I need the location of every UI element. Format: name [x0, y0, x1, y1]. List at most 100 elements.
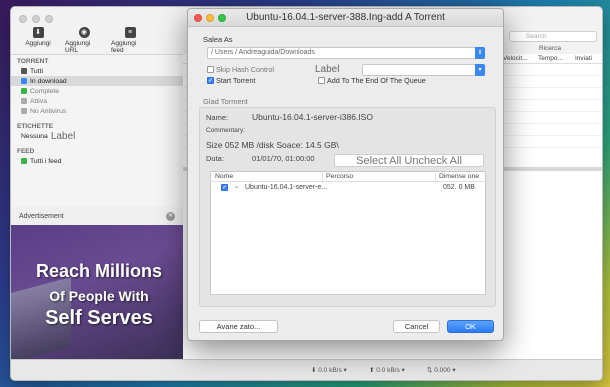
size-info: Size 052 MB /disk Soace: 14.5 GB\	[206, 140, 339, 150]
status-bar: ⬇ 0.0 kB/s ▾ ⬆ 0.0 kB/s ▾ ⇅ 0.000 ▾	[11, 359, 602, 380]
start-torrent-label: Start Torrent	[216, 76, 256, 85]
label-select[interactable]: ▾	[362, 64, 485, 76]
cancel-button[interactable]: Cancel	[393, 320, 440, 333]
file-name: Ubuntu-16.04.1-server-e...	[245, 184, 328, 191]
dialog-zoom-button[interactable]	[218, 14, 226, 22]
column-header-size[interactable]: Dimense one	[439, 173, 479, 180]
column-header-speed[interactable]: Velocit...	[503, 55, 528, 62]
column-header-time[interactable]: Tempo...	[538, 55, 563, 62]
checkmark-icon: ✓	[207, 77, 214, 84]
comment-label: Commentary:	[206, 127, 246, 134]
dialog-close-button[interactable]	[194, 14, 202, 22]
chevron-down-icon: ▾	[475, 64, 485, 76]
date-label: Duta:	[206, 154, 224, 163]
sidebar-item-all[interactable]: Tutti	[11, 66, 183, 76]
sidebar-item-label: Attiva	[30, 97, 47, 105]
sidebar-header-torrent: TORRENT	[17, 58, 49, 65]
close-ad-icon[interactable]: ✕	[166, 211, 175, 221]
sidebar-item-label: No Antivirus	[30, 107, 67, 115]
file-table-header: Nome Percorso Dimense one	[211, 172, 485, 183]
advert-banner[interactable]: Reach Millions Of People With Self Serve…	[11, 225, 183, 361]
sidebar-item-complete[interactable]: Complete	[11, 86, 183, 96]
download-icon	[21, 78, 27, 84]
file-table: Nome Percorso Dimense one ✓ ▫ Ubuntu-16.…	[210, 171, 486, 295]
dialog-titlebar: Ubuntu-16.04.1-server-388.Ing-add A Torr…	[188, 9, 503, 27]
complete-icon	[21, 88, 27, 94]
torrent-section-title: Glad Torment	[203, 97, 248, 106]
save-as-label: Salea As	[203, 35, 233, 44]
dialog-minimize-button[interactable]	[206, 14, 214, 22]
label-field-label: Label	[315, 64, 340, 75]
toolbar: ⬇ Aggiungi ◉ Aggiungi URL ≡ Aggiungi fee…	[11, 27, 183, 57]
start-torrent-checkbox[interactable]: ✓ Start Torrent	[207, 76, 255, 85]
add-feed-button[interactable]: ≡ Aggiungi feed	[111, 27, 149, 57]
skip-hash-label: Skip Hash Control	[216, 65, 274, 74]
ratio[interactable]: ⇅ 0.000 ▾	[427, 366, 456, 374]
file-checkbox[interactable]: ✓	[221, 184, 228, 191]
sidebar-item-label: Tutti	[30, 67, 43, 75]
add-feed-label: Aggiungi feed	[111, 40, 137, 54]
name-value: Ubuntu-16.04.1-server-i386.ISO	[252, 112, 373, 122]
active-icon	[21, 98, 27, 104]
add-url-label: Aggiungi URL	[65, 40, 91, 54]
search-placeholder: Search	[526, 33, 547, 40]
advert-title: Advertisement	[19, 212, 64, 220]
add-torrent-label: Aggiungi	[25, 40, 51, 47]
window-controls	[19, 15, 53, 23]
upload-speed[interactable]: ⬆ 0.0 kB/s ▾	[369, 366, 405, 374]
sidebar-item-label: In download	[30, 77, 67, 85]
date-value: 01/01/70, 01:00:00	[252, 154, 315, 163]
all-icon	[21, 68, 27, 74]
sidebar-item-label: Nessuna	[21, 132, 48, 140]
sidebar-item-all-feeds[interactable]: Tutti i feed	[11, 156, 183, 166]
add-feed-icon: ≡	[124, 27, 136, 38]
sidebar-header-labels: ETICHETTE	[17, 123, 54, 130]
advanced-button[interactable]: Avane zato...	[199, 320, 278, 333]
add-url-button[interactable]: ◉ Aggiungi URL	[65, 27, 103, 57]
add-torrent-icon: ⬇	[32, 27, 44, 38]
add-url-icon: ◉	[78, 27, 90, 38]
add-torrent-dialog: Ubuntu-16.04.1-server-388.Ing-add A Torr…	[187, 8, 504, 341]
name-label: Name:	[206, 113, 229, 122]
select-all-uncheck-all-button[interactable]: Select All Uncheck All	[334, 154, 484, 167]
dialog-window-controls	[194, 14, 226, 22]
add-to-end-checkbox[interactable]: Add To The End Of The Queue	[318, 76, 426, 85]
search-input[interactable]: Search	[509, 31, 597, 42]
sidebar-item-inactive[interactable]: No Antivirus	[11, 106, 183, 116]
save-path-select[interactable]: / Users / Andreaguida/Downloads ⇕	[207, 47, 485, 59]
ok-button[interactable]: OK	[447, 320, 494, 333]
advert-line-1: Reach Millions	[35, 261, 163, 281]
search-label: Ricerca	[539, 45, 562, 52]
zoom-window-button[interactable]	[45, 15, 53, 23]
chevron-updown-icon: ⇕	[475, 47, 485, 59]
sidebar: TORRENT Tutti In download Complete Attiv…	[11, 54, 183, 207]
column-header-name[interactable]: Nome	[215, 173, 233, 180]
file-icon: ▫	[235, 184, 238, 191]
column-header-sent[interactable]: Inviati	[575, 55, 592, 62]
sidebar-item-downloading[interactable]: In download	[11, 76, 183, 86]
sidebar-item-active[interactable]: Attiva	[11, 96, 183, 106]
advert-line-3: Self Serves	[45, 307, 153, 329]
checkbox-icon	[318, 77, 325, 84]
close-window-button[interactable]	[19, 15, 27, 23]
advert-header: Advertisement ✕	[11, 207, 183, 225]
sidebar-item-label: Tutti i feed	[30, 157, 62, 165]
download-speed[interactable]: ⬇ 0.0 kB/s ▾	[311, 366, 347, 374]
add-torrent-button[interactable]: ⬇ Aggiungi	[19, 27, 57, 57]
advert-line-2: Of People With	[49, 288, 149, 304]
skip-hash-checkbox[interactable]: Skip Hash Control	[207, 65, 274, 74]
inactive-icon	[21, 108, 27, 114]
checkbox-icon	[207, 66, 214, 73]
feed-icon	[21, 158, 27, 164]
sidebar-header-feed: FEED	[17, 148, 35, 155]
add-to-end-label: Add To The End Of The Queue	[327, 76, 426, 85]
column-header-path[interactable]: Percorso	[326, 173, 353, 180]
sidebar-item-label: Complete	[30, 87, 60, 95]
minimize-window-button[interactable]	[32, 15, 40, 23]
table-row[interactable]: ✓ ▫ Ubuntu-16.04.1-server-e... 052. 0 MB	[211, 182, 485, 195]
dialog-title: Ubuntu-16.04.1-server-388.Ing-add A Torr…	[246, 12, 445, 23]
sidebar-item-no-label[interactable]: Nessuna Label	[11, 130, 183, 142]
save-path-value: / Users / Andreaguida/Downloads	[211, 49, 315, 56]
file-size: 052. 0 MB	[443, 184, 475, 191]
label-word: Label	[50, 130, 76, 142]
